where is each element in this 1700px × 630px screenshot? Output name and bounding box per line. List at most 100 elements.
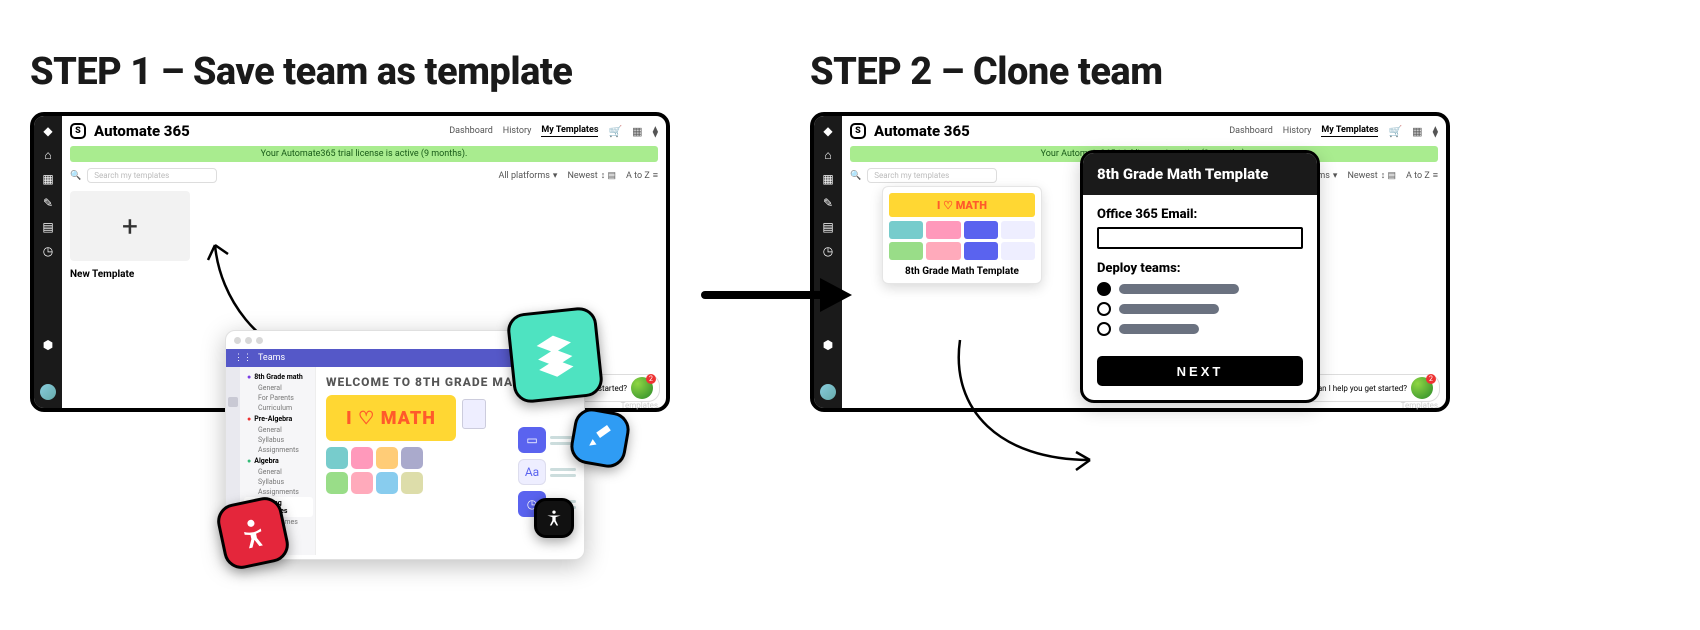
next-button[interactable]: NEXT (1097, 356, 1303, 386)
filters: All platforms ▾ Newest ↕ ▤ A to Z ≡ (498, 170, 658, 181)
home-icon[interactable]: ⌂ (821, 148, 835, 162)
filter-platforms[interactable]: All platforms ▾ (498, 170, 557, 181)
wand-icon[interactable]: ✎ (821, 196, 835, 210)
activity-icon[interactable]: ⧫ (1433, 125, 1438, 138)
arrow-between-icon (700, 270, 860, 320)
template-card-label: 8th Grade Math Template (889, 266, 1035, 277)
search-icon: 🔍 (70, 171, 81, 181)
deploy-option-2[interactable] (1097, 302, 1303, 316)
imath-banner: I ♡ MATH (326, 395, 456, 441)
filter-newest[interactable]: Newest ↕ ▤ (1347, 170, 1396, 181)
email-input[interactable] (1097, 227, 1303, 249)
step-2: STEP 2 – Clone team ◆ ⌂ ▦ ✎ ▤ ◷ ⬢ S Auto… (810, 50, 1450, 412)
app-logo-icon: S (850, 123, 866, 139)
template-card[interactable]: I ♡ MATH 8th Grade Math Template (882, 186, 1042, 284)
accessibility-tile-icon (214, 494, 292, 572)
nav-templates[interactable]: My Templates (541, 125, 598, 137)
app-title: Automate 365 (94, 122, 190, 140)
topbar: S Automate 365 Dashboard History My Temp… (70, 122, 658, 140)
activity-icon[interactable]: ⧫ (653, 125, 658, 138)
team-item[interactable]: General (244, 383, 313, 393)
grid-icon[interactable]: ▦ (821, 172, 835, 186)
step1-title: STEP 1 – Save team as template (30, 50, 670, 94)
mini-banner: I ♡ MATH (889, 193, 1035, 217)
doc-icon[interactable]: ▤ (41, 220, 55, 234)
templates-tag: Templates (621, 401, 658, 410)
teams-title: Teams (258, 353, 285, 363)
logo-icon[interactable]: ◆ (41, 124, 55, 138)
deploy-option-3[interactable] (1097, 322, 1303, 336)
team-item[interactable]: For Parents (244, 393, 313, 403)
cube-icon[interactable]: ⬢ (821, 338, 835, 352)
sidebar: ◆ ⌂ ▦ ✎ ▤ ◷ ⬢ (814, 116, 842, 408)
deploy-label: Deploy teams: (1097, 261, 1303, 276)
dialog-title: 8th Grade Math Template (1083, 153, 1317, 195)
new-template-label: New Template (70, 269, 190, 280)
topbar: S Automate 365 Dashboard History My Temp… (850, 122, 1438, 140)
option-bar (1119, 304, 1219, 314)
team-item[interactable]: General (244, 425, 313, 435)
team-item[interactable]: Curriculum (244, 403, 313, 413)
home-icon[interactable]: ⌂ (41, 148, 55, 162)
nav-templates[interactable]: My Templates (1321, 125, 1378, 137)
filter-atoz[interactable]: A to Z ≡ (1406, 170, 1438, 181)
team-group-2[interactable]: ●Algebra (244, 455, 313, 467)
stack-tile-icon (506, 306, 605, 405)
team-group-0[interactable]: ●8th Grade math (244, 371, 313, 383)
search-input[interactable]: Search my templates (87, 168, 217, 183)
team-item[interactable]: Syllabus (244, 435, 313, 445)
team-item[interactable]: Assignments (244, 487, 313, 497)
radio-icon (1097, 282, 1111, 296)
avatar[interactable] (40, 384, 56, 400)
accessibility-small-icon (534, 498, 574, 538)
nav-history[interactable]: History (503, 126, 532, 136)
step2-title: STEP 2 – Clone team (810, 50, 1450, 94)
brush-tile-icon (568, 406, 633, 471)
chat-badge: 2 (1426, 374, 1436, 384)
avatar[interactable] (820, 384, 836, 400)
deploy-option-1[interactable] (1097, 282, 1303, 296)
wand-icon[interactable]: ✎ (41, 196, 55, 210)
team-group-1[interactable]: ●Pre-Algebra (244, 413, 313, 425)
trial-banner: Your Automate365 trial license is active… (70, 146, 658, 162)
settings-icon[interactable]: ▦ (1412, 125, 1422, 138)
cart-icon[interactable]: 🛒 (1388, 125, 1402, 138)
chat-avatar-icon: 2 (1411, 377, 1433, 399)
nav-dashboard[interactable]: Dashboard (1229, 126, 1273, 136)
grid-icon[interactable]: ▦ (41, 172, 55, 186)
filter-newest[interactable]: Newest ↕ ▤ (567, 170, 616, 181)
clone-dialog: 8th Grade Math Template Office 365 Email… (1080, 150, 1320, 403)
teams-menu-icon[interactable]: ⋮⋮ (234, 353, 252, 363)
cube-icon[interactable]: ⬢ (41, 338, 55, 352)
plus-icon: + (70, 191, 190, 261)
doc-icon[interactable]: ▤ (821, 220, 835, 234)
people-icon[interactable] (228, 397, 238, 407)
cart-icon[interactable]: 🛒 (608, 125, 622, 138)
filter-atoz[interactable]: A to Z ≡ (626, 170, 658, 181)
toolbar: 🔍 Search my templates All platforms ▾ Ne… (70, 168, 658, 183)
team-item[interactable]: General (244, 467, 313, 477)
sidebar: ◆ ⌂ ▦ ✎ ▤ ◷ ⬢ (34, 116, 62, 408)
team-item[interactable]: Assignments (244, 445, 313, 455)
app-title: Automate 365 (874, 122, 970, 140)
card-area: + New Template (70, 191, 658, 280)
nav: Dashboard History My Templates 🛒 ▦ ⧫ (1229, 125, 1438, 138)
new-template-card[interactable]: + New Template (70, 191, 190, 280)
radio-icon (1097, 322, 1111, 336)
templates-tag: Templates (1401, 401, 1438, 410)
chat-text: Can I help you get started? (1313, 384, 1407, 393)
settings-icon[interactable]: ▦ (632, 125, 642, 138)
mini-grid (889, 221, 1035, 260)
window-controls (234, 337, 263, 344)
app-logo-icon: S (70, 123, 86, 139)
clock-icon[interactable]: ◷ (41, 244, 55, 258)
logo-icon[interactable]: ◆ (821, 124, 835, 138)
nav-dashboard[interactable]: Dashboard (449, 126, 493, 136)
clock-icon[interactable]: ◷ (821, 244, 835, 258)
book-icon: ▭ (518, 427, 546, 453)
nav-history[interactable]: History (1283, 126, 1312, 136)
team-item[interactable]: Syllabus (244, 477, 313, 487)
search-input[interactable]: Search my templates (867, 168, 997, 183)
radio-icon (1097, 302, 1111, 316)
chat-badge: 2 (646, 374, 656, 384)
